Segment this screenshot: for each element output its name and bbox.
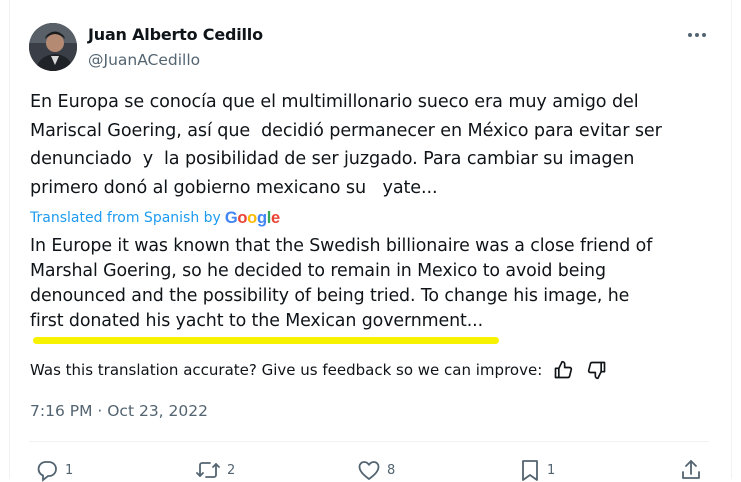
translated-text: In Europe it was known that the Swedish … <box>30 236 653 331</box>
reply-count: 1 <box>65 462 74 478</box>
thumbs-up-button[interactable] <box>551 358 575 382</box>
share-icon <box>682 460 700 479</box>
thumbs-down-icon <box>588 361 606 380</box>
share-button[interactable] <box>679 458 703 482</box>
feedback-prompt: Was this translation accurate? Give us f… <box>30 361 543 379</box>
like-icon <box>358 461 380 480</box>
bookmark-button[interactable]: 1 <box>519 458 555 482</box>
author-handle[interactable]: @JuanACedillo <box>88 49 200 71</box>
frame-border-left <box>9 0 10 479</box>
avatar[interactable] <box>29 23 77 71</box>
like-count: 8 <box>387 462 396 478</box>
retweet-count: 2 <box>227 462 236 478</box>
translation-feedback: Was this translation accurate? Give us f… <box>30 358 609 382</box>
translated-label: Translated from Spanish by <box>30 210 221 226</box>
retweet-icon <box>196 462 220 478</box>
frame-border-right <box>731 0 732 479</box>
reply-icon <box>37 461 57 482</box>
google-logo: Google <box>224 209 280 227</box>
more-icon <box>688 33 706 37</box>
tweet-text: En Europa se conocía que el multimillona… <box>30 92 662 198</box>
thumbs-up-icon <box>554 360 573 379</box>
reply-button[interactable]: 1 <box>35 458 73 482</box>
bookmark-count: 1 <box>547 462 556 478</box>
thumbs-down-button[interactable] <box>585 358 609 382</box>
author-name[interactable]: Juan Alberto Cedillo <box>88 24 263 46</box>
like-button[interactable]: 8 <box>357 458 395 482</box>
bookmark-icon <box>522 460 538 481</box>
translation-attribution[interactable]: Translated from Spanish by Google <box>30 208 280 228</box>
tweet-timestamp[interactable]: 7:16 PM · Oct 23, 2022 <box>30 400 208 422</box>
more-options-button[interactable] <box>683 24 711 46</box>
retweet-button[interactable]: 2 <box>195 458 235 482</box>
divider <box>29 441 709 442</box>
highlight-underline <box>33 337 499 344</box>
